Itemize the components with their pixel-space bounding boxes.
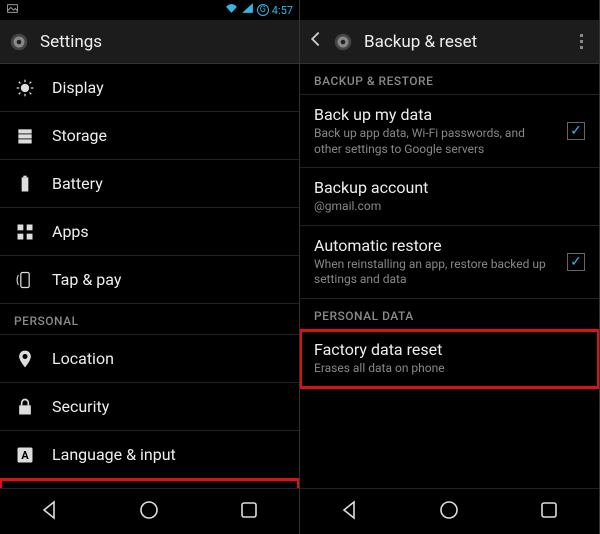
item-label: Storage bbox=[52, 126, 285, 145]
svg-text:A: A bbox=[21, 449, 29, 462]
item-backup-data[interactable]: Back up my data Back up app data, Wi-Fi … bbox=[300, 95, 599, 168]
backup-reset-screen: Backup & reset BACKUP & RESTORE Back up … bbox=[300, 0, 600, 534]
checkbox[interactable] bbox=[567, 253, 585, 271]
nav-bar bbox=[0, 488, 299, 534]
image-icon bbox=[6, 2, 19, 18]
gear-icon bbox=[332, 31, 354, 53]
item-label: Language & input bbox=[52, 445, 285, 464]
overflow-menu[interactable] bbox=[571, 34, 591, 49]
item-language[interactable]: A Language & input bbox=[0, 431, 299, 479]
nav-recent[interactable] bbox=[537, 498, 561, 526]
section-personal-data: PERSONAL DATA bbox=[300, 299, 599, 330]
gear-icon bbox=[8, 31, 30, 53]
settings-screen: G 4:57 Settings Display Storage Battery … bbox=[0, 0, 300, 534]
item-storage[interactable]: Storage bbox=[0, 112, 299, 160]
tap-pay-icon bbox=[14, 270, 36, 290]
page-title: Settings bbox=[40, 32, 102, 52]
nav-bar bbox=[300, 488, 599, 534]
status-bar: G 4:57 bbox=[0, 0, 299, 20]
item-factory-reset[interactable]: Factory data reset Erases all data on ph… bbox=[300, 330, 599, 388]
back-icon[interactable] bbox=[308, 28, 322, 55]
item-label: Display bbox=[52, 78, 285, 97]
item-battery[interactable]: Battery bbox=[0, 160, 299, 208]
item-sub: Erases all data on phone bbox=[314, 361, 585, 377]
item-label: Battery bbox=[52, 174, 285, 193]
item-label: Factory data reset bbox=[314, 340, 585, 359]
nav-recent[interactable] bbox=[237, 498, 261, 526]
section-backup-restore: BACKUP & RESTORE bbox=[300, 64, 599, 95]
nav-back[interactable] bbox=[38, 498, 62, 526]
battery-icon bbox=[14, 174, 36, 194]
item-label: Backup account bbox=[314, 178, 585, 197]
item-apps[interactable]: Apps bbox=[0, 208, 299, 256]
item-label: Security bbox=[52, 397, 285, 416]
section-personal: PERSONAL bbox=[0, 304, 299, 335]
item-display[interactable]: Display bbox=[0, 64, 299, 112]
nav-home[interactable] bbox=[437, 498, 461, 526]
item-sub: Back up app data, Wi-Fi passwords, and o… bbox=[314, 126, 551, 157]
item-label: Tap & pay bbox=[52, 270, 285, 289]
item-label: Apps bbox=[52, 222, 285, 241]
signal-icon bbox=[241, 2, 254, 18]
item-backup-reset[interactable]: Backup & reset bbox=[0, 479, 299, 488]
language-icon: A bbox=[14, 445, 36, 465]
checkbox[interactable] bbox=[567, 122, 585, 140]
nav-back[interactable] bbox=[338, 498, 362, 526]
nav-home[interactable] bbox=[137, 498, 161, 526]
action-bar: Backup & reset bbox=[300, 20, 599, 64]
item-auto-restore[interactable]: Automatic restore When reinstalling an a… bbox=[300, 226, 599, 299]
network-badge-icon: G bbox=[257, 4, 269, 16]
item-label: Location bbox=[52, 349, 285, 368]
item-location[interactable]: Location bbox=[0, 335, 299, 383]
status-bar bbox=[300, 0, 599, 20]
backup-list[interactable]: BACKUP & RESTORE Back up my data Back up… bbox=[300, 64, 599, 488]
item-security[interactable]: Security bbox=[0, 383, 299, 431]
item-tap-pay[interactable]: Tap & pay bbox=[0, 256, 299, 304]
apps-icon bbox=[14, 222, 36, 242]
security-icon bbox=[14, 397, 36, 417]
item-label: Back up my data bbox=[314, 105, 551, 124]
item-backup-account[interactable]: Backup account @gmail.com bbox=[300, 168, 599, 226]
settings-list[interactable]: Display Storage Battery Apps Tap & pay P… bbox=[0, 64, 299, 488]
item-sub: When reinstalling an app, restore backed… bbox=[314, 257, 551, 288]
wifi-icon bbox=[225, 2, 238, 18]
status-time: 4:57 bbox=[272, 4, 293, 17]
page-title: Backup & reset bbox=[364, 32, 477, 52]
location-icon bbox=[14, 349, 36, 369]
display-icon bbox=[14, 78, 36, 98]
storage-icon bbox=[14, 126, 36, 146]
item-label: Automatic restore bbox=[314, 236, 551, 255]
action-bar: Settings bbox=[0, 20, 299, 64]
item-sub: @gmail.com bbox=[314, 199, 585, 215]
